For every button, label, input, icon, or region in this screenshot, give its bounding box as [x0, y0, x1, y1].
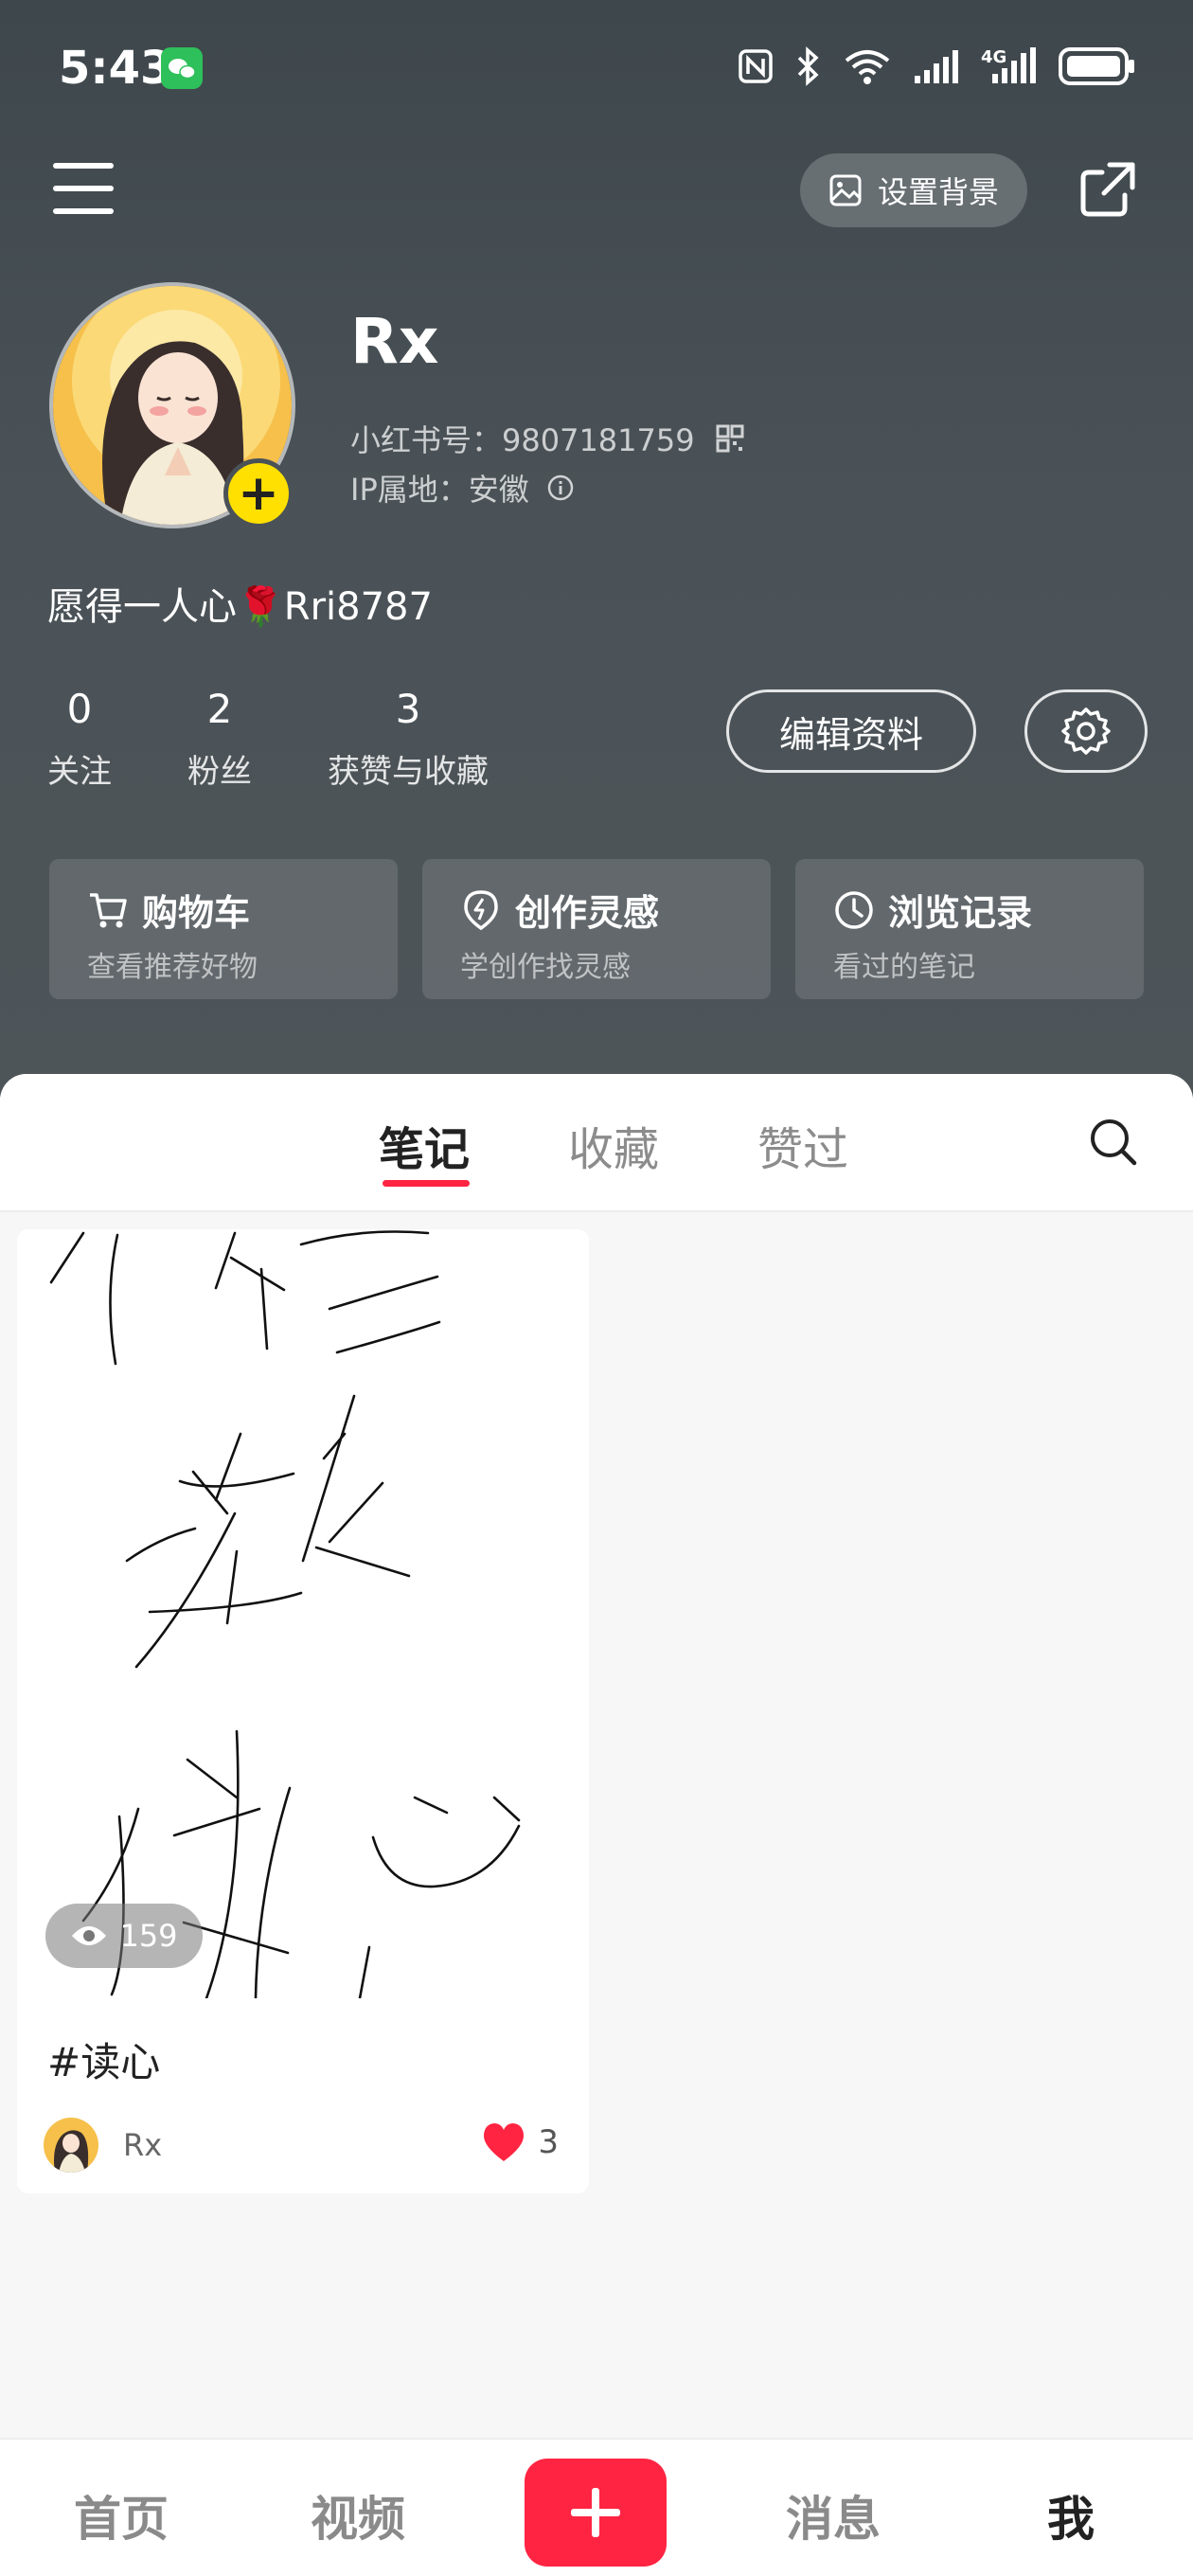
battery-icon [1059, 47, 1134, 85]
card-subtitle: 看过的笔记 [833, 951, 975, 984]
note-card[interactable]: 159 #读心 Rx 3 [17, 1229, 589, 2193]
ip-location: IP属地：安徽 [350, 472, 529, 508]
search-icon[interactable] [1087, 1116, 1140, 1169]
stat-value: 2 [206, 686, 233, 732]
note-handwriting-image [17, 1229, 589, 1998]
author-avatar-illustration [44, 2118, 98, 2173]
username: Rx [350, 305, 439, 378]
eye-icon [72, 1926, 107, 1945]
menu-icon-line [53, 163, 114, 169]
content-panel: 笔记 收藏 赞过 159 #读心 Rx 3 [0, 1074, 1193, 2438]
nav-video[interactable]: 视频 [311, 2481, 405, 2549]
card-title: 创作灵感 [515, 892, 660, 934]
tab-notes[interactable]: 笔记 [379, 1112, 470, 1178]
bottom-nav: 首页 视频 消息 我 [0, 2438, 1193, 2576]
card-title: 浏览记录 [888, 892, 1033, 934]
stat-label: 粉丝 [187, 753, 252, 791]
stat-value: 3 [395, 686, 421, 732]
set-background-label: 设置背景 [877, 174, 999, 210]
stat-following[interactable]: 0 关注 [47, 686, 112, 792]
cart-icon [90, 892, 127, 927]
stats-row: 0 关注 2 粉丝 3 获赞与收藏 [47, 686, 564, 792]
stat-value: 0 [66, 686, 93, 732]
share-button[interactable] [1077, 159, 1138, 220]
status-time: 5:43 [59, 42, 172, 95]
share-icon [1080, 162, 1135, 217]
views-badge: 159 [45, 1904, 203, 1968]
nav-messages[interactable]: 消息 [786, 2481, 881, 2549]
red-id-row: 小红书号：9807181759 [350, 417, 744, 460]
card-title: 购物车 [142, 892, 251, 934]
wechat-notification-icon [161, 47, 203, 89]
like-button[interactable]: 3 [481, 2121, 559, 2163]
menu-icon-line [53, 208, 114, 214]
active-tab-indicator [383, 1180, 470, 1187]
stat-followers[interactable]: 2 粉丝 [187, 686, 252, 792]
image-icon [829, 174, 862, 206]
qr-code-icon[interactable] [716, 424, 744, 453]
svg-text:4G: 4G [981, 47, 1006, 67]
tabs-bar: 笔记 收藏 赞过 [0, 1074, 1193, 1212]
card-title-row: 创作灵感 [460, 884, 771, 936]
add-avatar-plus-icon[interactable]: + [223, 458, 294, 528]
stat-likes-and-collects[interactable]: 3 获赞与收藏 [328, 686, 489, 792]
nav-home[interactable]: 首页 [74, 2481, 169, 2549]
signal-4g-icon: 4G [981, 47, 1036, 83]
stat-label: 获赞与收藏 [328, 753, 489, 791]
ip-location-row: IP属地：安徽 [350, 466, 575, 510]
info-icon[interactable] [546, 474, 575, 502]
plus-icon [571, 2488, 620, 2537]
card-subtitle: 查看推荐好物 [87, 951, 258, 984]
tab-collections[interactable]: 收藏 [568, 1112, 659, 1178]
wifi-icon [845, 50, 890, 84]
status-icons: 4G [737, 45, 1136, 87]
note-title: #读心 [47, 2039, 161, 2085]
gear-icon [1061, 707, 1111, 755]
card-subtitle: 学创作找灵感 [460, 951, 631, 984]
card-title-row: 购物车 [87, 884, 398, 936]
menu-icon-line [53, 186, 114, 191]
set-background-button[interactable]: 设置背景 [800, 153, 1027, 227]
red-id: 小红书号：9807181759 [350, 422, 695, 458]
note-author[interactable]: Rx [123, 2127, 162, 2163]
bulb-icon [464, 889, 498, 930]
heart-icon [484, 2123, 525, 2161]
shortcut-card-history[interactable]: 浏览记录 看过的笔记 [795, 859, 1144, 999]
bio: 愿得一人心🌹Rri8787 [47, 585, 433, 629]
nfc-icon [739, 49, 773, 83]
signal-icon [915, 50, 958, 83]
stat-label: 关注 [47, 753, 112, 791]
create-post-button[interactable] [525, 2459, 667, 2567]
shortcut-cards: 购物车 查看推荐好物 创作灵感 学创作找灵感 浏览记录 看过的笔记 [49, 859, 1144, 999]
shortcut-card-cart[interactable]: 购物车 查看推荐好物 [49, 859, 398, 999]
settings-button[interactable] [1024, 689, 1148, 773]
note-author-avatar[interactable] [44, 2118, 98, 2173]
card-title-row: 浏览记录 [833, 884, 1144, 936]
views-count: 159 [119, 1918, 178, 1954]
status-bar: 5:43 4G [0, 0, 1193, 137]
edit-profile-button[interactable]: 编辑资料 [726, 689, 976, 773]
clock-icon [835, 890, 873, 929]
shortcut-card-inspiration[interactable]: 创作灵感 学创作找灵感 [422, 859, 771, 999]
like-count: 3 [538, 2123, 559, 2161]
tab-liked[interactable]: 赞过 [757, 1112, 848, 1178]
menu-button[interactable] [53, 163, 114, 214]
bluetooth-icon [797, 46, 819, 86]
nav-me[interactable]: 我 [1047, 2481, 1095, 2549]
